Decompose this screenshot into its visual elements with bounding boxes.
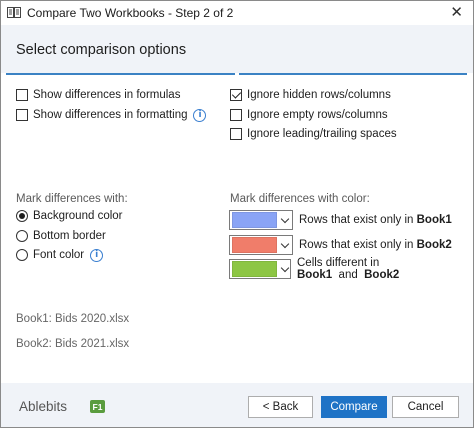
header-divider-right (239, 73, 467, 75)
color-dropdown-book1[interactable] (229, 210, 293, 230)
color-row-cells-different: Cells different in Book1 and Book2 (229, 257, 473, 281)
info-icon[interactable]: i (90, 248, 104, 262)
back-button[interactable]: < Back (248, 396, 313, 418)
radio-button[interactable] (16, 249, 28, 261)
chevron-down-icon[interactable] (281, 241, 290, 250)
book2-file-label: Book2: Bids 2021.xlsx (16, 338, 130, 350)
color-row-label: Cells different in Book1 and Book2 (297, 257, 400, 281)
color-row-label: Rows that exist only in Book1 (299, 214, 452, 226)
help-f1-badge[interactable]: F1 (90, 400, 105, 413)
header-panel: Select comparison options (1, 25, 473, 73)
option-label: Show differences in formulas (33, 89, 181, 101)
radio-label: Bottom border (33, 230, 106, 242)
footer: Ablebits F1 < Back Compare Cancel (1, 383, 473, 427)
checkbox-formatting[interactable] (16, 109, 28, 121)
color-row-book1-only: Rows that exist only in Book1 (229, 210, 452, 230)
header-divider-left (6, 73, 235, 75)
chevron-down-icon[interactable] (281, 265, 290, 274)
radio-label: Background color (33, 210, 123, 222)
color-swatch (232, 261, 277, 277)
option-show-formatting-differences[interactable]: Show differences in formatting i (16, 107, 207, 123)
compare-button[interactable]: Compare (321, 396, 387, 418)
radio-bottom-border[interactable]: Bottom border (16, 228, 106, 244)
mark-with-label: Mark differences with: (16, 193, 128, 205)
chevron-down-icon[interactable] (281, 216, 290, 225)
mark-color-label: Mark differences with color: (230, 193, 370, 205)
close-icon[interactable]: ✕ (450, 4, 463, 20)
color-row-label: Rows that exist only in Book2 (299, 239, 452, 251)
radio-background-color[interactable]: Background color (16, 208, 123, 224)
radio-button[interactable] (16, 230, 28, 242)
option-label: Ignore empty rows/columns (247, 109, 388, 121)
option-ignore-empty[interactable]: Ignore empty rows/columns (230, 107, 388, 123)
option-ignore-hidden[interactable]: Ignore hidden rows/columns (230, 87, 391, 103)
checkbox-formulas[interactable] (16, 89, 28, 101)
color-swatch (232, 212, 277, 228)
checkbox-ignore-spaces[interactable] (230, 128, 242, 140)
color-dropdown-cells[interactable] (229, 259, 291, 279)
radio-label: Font color (33, 249, 85, 261)
option-show-formula-differences[interactable]: Show differences in formulas (16, 87, 180, 103)
color-row-book2-only: Rows that exist only in Book2 (229, 235, 452, 255)
color-swatch (232, 237, 277, 253)
compare-workbooks-dialog: Compare Two Workbooks - Step 2 of 2 ✕ Se… (0, 0, 474, 428)
radio-font-color[interactable]: Font color i (16, 247, 104, 263)
option-label: Ignore leading/trailing spaces (247, 128, 397, 140)
ablebits-logo: Ablebits (19, 399, 68, 414)
radio-button[interactable] (16, 210, 28, 222)
option-label: Show differences in formatting (33, 109, 188, 121)
title-bar: Compare Two Workbooks - Step 2 of 2 ✕ (1, 1, 473, 25)
checkbox-ignore-hidden[interactable] (230, 89, 242, 101)
option-label: Ignore hidden rows/columns (247, 89, 391, 101)
checkbox-ignore-empty[interactable] (230, 109, 242, 121)
info-icon[interactable]: i (193, 108, 207, 122)
color-dropdown-book2[interactable] (229, 235, 293, 255)
option-ignore-spaces[interactable]: Ignore leading/trailing spaces (230, 126, 397, 142)
window-title: Compare Two Workbooks - Step 2 of 2 (27, 6, 234, 20)
book1-file-label: Book1: Bids 2020.xlsx (16, 313, 130, 325)
workbook-compare-icon (7, 6, 21, 19)
page-title: Select comparison options (16, 42, 187, 58)
cancel-button[interactable]: Cancel (392, 396, 459, 418)
